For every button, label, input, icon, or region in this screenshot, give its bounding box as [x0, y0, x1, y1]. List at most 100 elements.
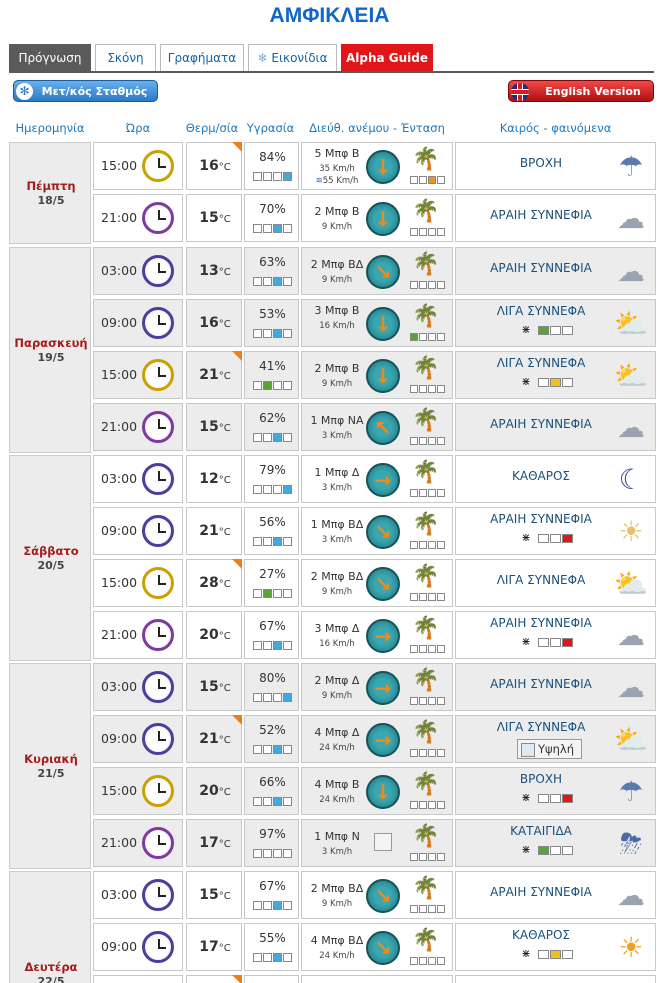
wind-speed: 16 Km/h: [319, 321, 355, 331]
weather-cell: ΑΡΑΙΗ ΣΥΝΝΕΦΙΑ ⋇ ☀: [455, 507, 656, 555]
wind-value: 4 Μπφ ΒΔ: [310, 934, 364, 947]
wind-cell: 4 Μπφ Δ 24 Km/h → 🌴: [301, 715, 453, 763]
wind-value: 2 Μπφ ΒΔ: [310, 882, 364, 895]
temp-value: 20: [199, 627, 219, 643]
humidity-value: 62%: [259, 411, 286, 425]
humidity-value: 27%: [259, 567, 286, 581]
forecast-row: 03:00 13°C 63% 2 Μπφ ΒΔ 9 Km/h ↘ 🌴 ΑΡΑΙΗ…: [93, 247, 659, 297]
wind-speed: 24 Km/h: [319, 951, 355, 961]
time-cell: 15:00: [93, 767, 183, 815]
time-value: 09:00: [101, 523, 138, 538]
temp-value: 21: [199, 523, 219, 539]
wind-cell: 1 Μπφ ΝΑ 3 Km/h ↖ 🌴: [301, 403, 453, 451]
temp-unit: °C: [218, 527, 231, 538]
weather-cell: ΚΑΘΑΡΟΣ ⋇ ☀: [455, 923, 656, 971]
clock-icon: [142, 567, 174, 599]
tab-forecast[interactable]: Πρόγνωση: [9, 44, 91, 72]
temp-unit: °C: [218, 162, 231, 173]
forecast-row: 09:00 17°C 55% 4 Μπφ ΒΔ 24 Km/h ↘ 🌴 ΚΑΘΑ…: [93, 923, 659, 973]
forecast-row: 15:00 16°C 84% 5 Μπφ Β 35 Km/h ≋55 Km/h …: [93, 142, 659, 192]
mosquito-bars: [538, 794, 574, 803]
wind-arrow-south-icon: ↓: [366, 202, 400, 236]
humidity-bars: [253, 537, 293, 546]
time-cell: 03:00: [93, 663, 183, 711]
forecast-row: 09:00 21°C 52% 4 Μπφ Δ 24 Km/h → 🌴 ΛΙΓΑ …: [93, 715, 659, 765]
weather-cell: ΚΑΤΑΙΓΙΔΑ ⋇ ⛈: [455, 819, 656, 867]
weather-cell: ΑΡΑΙΗ ΣΥΝΝΕΦΙΑ ⋇ ☁: [455, 611, 656, 659]
time-value: 21:00: [101, 419, 138, 434]
time-cell: 21:00: [93, 819, 183, 867]
asterisk-icon: ✻: [16, 83, 33, 100]
clock-icon: [142, 931, 174, 963]
wind-speed: 16 Km/h: [319, 639, 355, 649]
day-block: Κυριακή 21/5: [9, 663, 91, 869]
gust-icon: ≋: [315, 176, 323, 186]
palm-tree-icon: 🌴: [412, 824, 440, 849]
station-button[interactable]: ✻ Μετ/κός Σταθμός: [13, 80, 158, 102]
humidity-cell: 79%: [244, 455, 299, 503]
clock-icon: [142, 775, 174, 807]
time-cell: 15:00: [93, 142, 183, 190]
weather-text: ΑΡΑΙΗ ΣΥΝΝΕΦΙΑ: [490, 616, 592, 630]
time-cell: 21:00: [93, 194, 183, 242]
temp-cell: 20°C: [186, 611, 242, 659]
wind-cell: 3 Μπφ Δ 16 Km/h → 🌴: [301, 611, 453, 659]
temp-display: 15°C: [187, 887, 243, 903]
partly-cloudy-night-icon: ☁: [617, 411, 645, 444]
humidity-value: 63%: [259, 255, 286, 269]
wind-value: 3 Μπφ Δ: [314, 622, 360, 635]
humidity-bars: [253, 329, 293, 338]
temp-cell: 13°C: [186, 247, 242, 295]
tab-dust[interactable]: Σκόνη: [95, 44, 156, 72]
day-name: Δευτέρα: [24, 960, 78, 974]
tab-icons[interactable]: ❄ Εικονίδια: [248, 44, 337, 72]
tab-underline: [9, 71, 654, 73]
forecast-row: 15:00 28°C 27% 2 Μπφ ΒΔ 9 Km/h ↘ 🌴 ΛΙΓΑ …: [93, 559, 659, 609]
partly-cloudy-night-icon: ☁: [617, 879, 645, 912]
wind-arrow-east-icon: →: [366, 463, 400, 497]
day-name: Σάββατο: [23, 544, 79, 558]
forecast-row: 03:00 15°C 80% 2 Μπφ Δ 9 Km/h → 🌴 ΑΡΑΙΗ …: [93, 663, 659, 713]
wind-arrow-south-icon: ↓: [366, 775, 400, 809]
wind-arrow-south-icon: ↓: [366, 150, 400, 184]
weather-text: ΒΡΟΧΗ: [519, 772, 563, 786]
clock-icon: [142, 515, 174, 547]
temp-marker-icon: [232, 975, 242, 983]
humidity-value: 84%: [259, 150, 286, 164]
sun-cloud-icon: ⛅: [613, 723, 649, 756]
clock-icon: [142, 723, 174, 755]
english-version-button[interactable]: English Version: [508, 80, 654, 102]
tab-charts[interactable]: Γραφήματα: [160, 44, 244, 72]
weather-cell: ΛΙΓΑ ΣΥΝΝΕΦΑ ⋇ ⛅: [455, 299, 656, 347]
wind-value: 5 Μπφ Β: [314, 147, 360, 160]
temp-unit: °C: [218, 319, 231, 330]
hazy-sun-icon: ☀: [618, 515, 644, 548]
tab-alpha-guide[interactable]: Alpha Guide: [341, 44, 433, 72]
forecast-row: 09:00 16°C 53% 3 Μπφ Β 16 Km/h ↓ 🌴 ΛΙΓΑ …: [93, 299, 659, 349]
temp-display: 13°C: [187, 263, 243, 279]
wind-cell: 1 Μπφ ΒΔ 3 Km/h ↘ 🌴: [301, 507, 453, 555]
humidity-value: 53%: [259, 307, 286, 321]
temp-marker-icon: [232, 351, 242, 361]
clock-icon: [142, 359, 174, 391]
wind-cell: 2 Μπφ ΒΔ 9 Km/h ↘ 🌴: [301, 247, 453, 295]
mosquito-bars: [538, 846, 574, 855]
palm-tree-icon: 🌴: [412, 356, 440, 381]
temp-cell: 28°C: [186, 559, 242, 607]
wind-speed: 24 Km/h: [319, 743, 355, 753]
humidity-bars: [253, 433, 293, 442]
wind-speed: 9 Km/h: [321, 587, 353, 597]
palm-tree-icon: 🌴: [412, 668, 440, 693]
mosquito-icon: ⋇: [521, 323, 531, 336]
forecast-row: 03:00 15°C 67% 2 Μπφ ΒΔ 9 Km/h ↘ 🌴 ΑΡΑΙΗ…: [93, 871, 659, 921]
temp-cell: 15°C: [186, 194, 242, 242]
temp-cell: 12°C: [186, 455, 242, 503]
weather-cell: ΑΡΑΙΗ ΣΥΝΝΕΦΙΑ ☁: [455, 403, 656, 451]
wind-value: 2 Μπφ Β: [314, 205, 360, 218]
time-cell: 09:00: [93, 715, 183, 763]
humidity-cell: 70%: [244, 194, 299, 242]
header-temp: Θερμ/σία: [185, 121, 239, 135]
humidity-bars: [253, 589, 293, 598]
storm-icon: ⛈: [619, 827, 643, 860]
weather-cell: ΑΡΑΙΗ ΣΥΝΝΕΦΙΑ ☁: [455, 247, 656, 295]
